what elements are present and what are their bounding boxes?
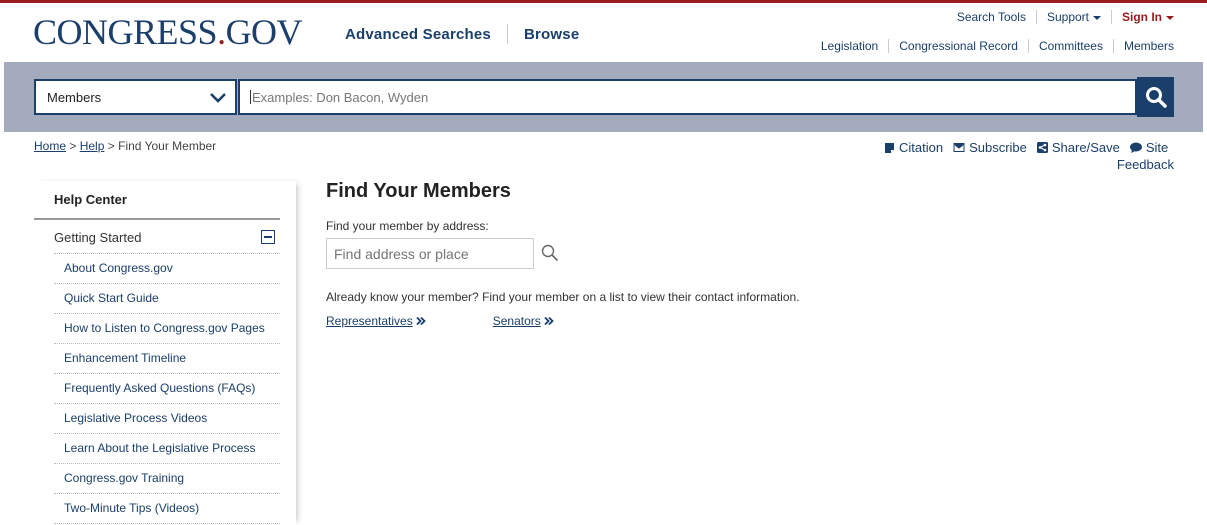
address-input[interactable] xyxy=(326,238,534,269)
sign-in-menu[interactable]: Sign In xyxy=(1122,10,1174,24)
sign-in-label: Sign In xyxy=(1122,10,1162,24)
search-button[interactable] xyxy=(1137,77,1174,117)
site-header: CONGRESS.GOV Advanced Searches Browse Se… xyxy=(0,3,1207,62)
list-item: Enhancement Timeline xyxy=(54,344,280,374)
site-feedback-label: Site xyxy=(1145,140,1169,155)
search-input[interactable]: Examples: Don Bacon, Wyden xyxy=(238,79,1137,115)
citation-button[interactable]: Citation xyxy=(884,140,943,155)
citation-label: Citation xyxy=(899,140,944,155)
sidebar-item-quick-start-guide[interactable]: Quick Start Guide xyxy=(64,291,159,305)
breadcrumb: Home > Help > Find Your Member xyxy=(34,139,216,153)
breadcrumb-separator: > xyxy=(107,139,115,153)
representatives-link[interactable]: Representatives xyxy=(326,314,426,328)
breadcrumb-home-link[interactable]: Home xyxy=(34,139,66,153)
sidebar-item-faqs[interactable]: Frequently Asked Questions (FAQs) xyxy=(64,381,255,395)
address-label: Find your member by address: xyxy=(326,219,489,233)
breadcrumb-separator: > xyxy=(69,139,77,153)
search-scope-value: Members xyxy=(47,89,102,105)
sidebar-item-how-to-listen[interactable]: How to Listen to Congress.gov Pages xyxy=(64,321,265,335)
breadcrumb-current: Find Your Member xyxy=(118,139,217,153)
help-sidebar: Help Center Getting Started About Congre… xyxy=(34,181,296,525)
legislation-link[interactable]: Legislation xyxy=(821,39,878,53)
list-item: Two-Minute Tips (Videos) xyxy=(54,494,280,524)
search-scope-select[interactable]: Members xyxy=(34,79,237,115)
share-save-button[interactable]: Share/Save xyxy=(1036,140,1120,155)
main-content: Find Your Members Find your member by ad… xyxy=(326,180,1026,328)
chevron-down-icon xyxy=(210,93,226,103)
sidebar-item-learn-legislative-process[interactable]: Learn About the Legislative Process xyxy=(64,441,255,455)
breadcrumb-help-link[interactable]: Help xyxy=(80,139,105,153)
double-chevron-right-icon xyxy=(416,316,426,326)
search-icon xyxy=(1145,87,1167,108)
senators-label: Senators xyxy=(492,314,541,328)
members-link[interactable]: Members xyxy=(1124,39,1174,53)
sidebar-list: About Congress.gov Quick Start Guide How… xyxy=(54,254,280,524)
minus-bar xyxy=(264,236,272,238)
sidebar-item-two-minute-tips[interactable]: Two-Minute Tips (Videos) xyxy=(64,501,199,515)
caret-down-icon xyxy=(1093,15,1101,20)
sidebar-title-rule xyxy=(34,218,280,220)
senators-link[interactable]: Senators xyxy=(493,314,554,328)
list-item: Congress.gov Training xyxy=(54,464,280,494)
page-tools: Citation Subscribe Share/Save Site Feedb… xyxy=(884,140,1174,172)
representatives-label: Representatives xyxy=(326,314,413,328)
envelope-icon xyxy=(953,143,965,152)
member-list-links: Representatives Senators xyxy=(326,314,554,328)
browse-link[interactable]: Browse xyxy=(524,26,579,43)
list-item: How to Listen to Congress.gov Pages xyxy=(54,314,280,344)
collapse-minus-icon[interactable] xyxy=(261,230,275,244)
logo-dot: . xyxy=(217,12,226,52)
share-save-label: Share/Save xyxy=(1051,140,1120,155)
search-placeholder: Examples: Don Bacon, Wyden xyxy=(252,89,429,105)
site-feedback-label-line2[interactable]: Feedback xyxy=(1117,157,1174,172)
sidebar-group-getting-started[interactable]: Getting Started xyxy=(54,230,141,245)
speech-bubble-icon xyxy=(1129,142,1142,153)
logo-word: CONGRESS xyxy=(33,12,218,52)
citation-icon xyxy=(885,142,894,153)
search-tools-link[interactable]: Search Tools xyxy=(957,10,1026,24)
sidebar-item-legislative-process-videos[interactable]: Legislative Process Videos xyxy=(64,411,207,425)
list-item: Learn About the Legislative Process xyxy=(54,434,280,464)
secnav-divider xyxy=(1027,39,1029,53)
subscribe-label: Subscribe xyxy=(969,140,1027,155)
sidebar-item-congress-gov-training[interactable]: Congress.gov Training xyxy=(64,471,184,485)
site-feedback-button[interactable]: Site xyxy=(1129,140,1169,155)
congress-gov-logo[interactable]: CONGRESS.GOV xyxy=(33,12,303,52)
secnav-divider xyxy=(1112,39,1114,53)
advanced-searches-link[interactable]: Advanced Searches xyxy=(345,26,491,43)
subscribe-button[interactable]: Subscribe xyxy=(953,140,1027,155)
support-menu[interactable]: Support xyxy=(1047,10,1101,24)
congressional-record-link[interactable]: Congressional Record xyxy=(899,39,1018,53)
list-item: Frequently Asked Questions (FAQs) xyxy=(54,374,280,404)
support-label: Support xyxy=(1046,10,1089,24)
sidebar-item-about-congress-gov[interactable]: About Congress.gov xyxy=(64,261,173,275)
double-chevron-right-icon xyxy=(544,316,554,326)
page-title: Find Your Members xyxy=(326,180,511,202)
utility-nav: Search Tools Support Sign In xyxy=(957,10,1174,24)
list-item: About Congress.gov xyxy=(54,254,280,284)
list-item: Quick Start Guide xyxy=(54,284,280,314)
sidebar-item-enhancement-timeline[interactable]: Enhancement Timeline xyxy=(64,351,186,365)
main-nav: Advanced Searches Browse xyxy=(345,24,579,44)
committees-link[interactable]: Committees xyxy=(1039,39,1103,53)
sidebar-title: Help Center xyxy=(54,192,127,207)
know-member-text: Already know your member? Find your memb… xyxy=(326,290,800,304)
nav-divider xyxy=(506,24,508,44)
text-cursor xyxy=(250,90,251,104)
caret-down-icon xyxy=(1166,15,1174,20)
secnav-divider xyxy=(888,39,890,53)
list-item: Legislative Process Videos xyxy=(54,404,280,434)
search-icon[interactable] xyxy=(541,244,559,262)
logo-suffix: GOV xyxy=(225,12,303,52)
share-icon xyxy=(1036,142,1048,153)
util-divider xyxy=(1111,10,1112,24)
secondary-nav: Legislation Congressional Record Committ… xyxy=(821,39,1174,53)
util-divider xyxy=(1035,10,1037,24)
